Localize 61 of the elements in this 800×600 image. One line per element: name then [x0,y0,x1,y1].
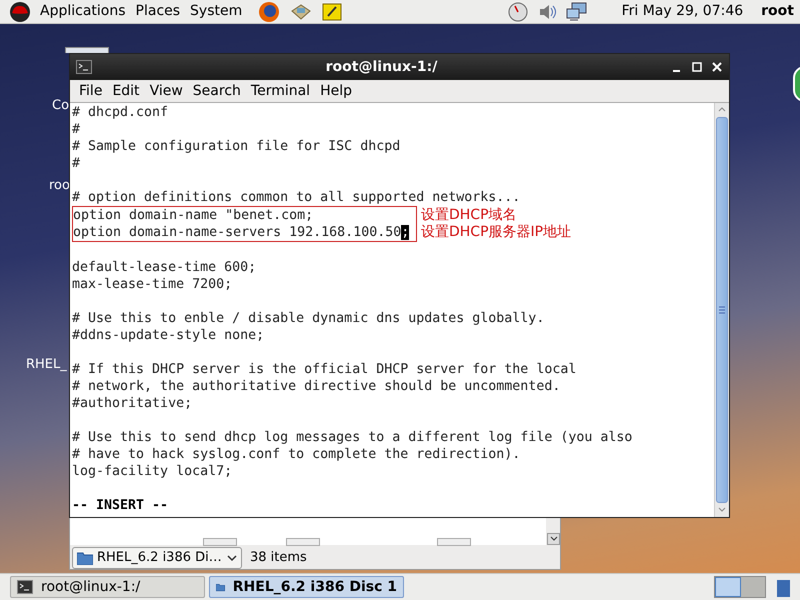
annotation-label: 设置DHCP服务器IP地址 [421,224,572,241]
file-thumbnail[interactable] [203,538,237,546]
close-icon[interactable] [711,61,723,73]
note-icon[interactable] [322,2,342,22]
folder-icon [77,551,93,565]
chevron-down-icon [227,554,237,562]
mode-indicator: -- INSERT -- [72,498,168,513]
code-line: # network, the authoritative directive should be uncommented. [72,378,560,395]
terminal-icon [76,60,92,74]
terminal-icon [17,580,33,594]
desktop-icon-label[interactable]: roo [49,176,70,196]
code-line: # dhcpd.conf [72,104,168,121]
code-line: # If this DHCP server is the official DHCP server for the local [72,361,576,378]
speaker-icon[interactable] [538,2,558,20]
code-line: # have to hack syslog.conf to complete the redirection). [72,446,520,463]
panel-menu[interactable]: System [190,1,242,22]
panel-menu[interactable]: Applications [40,1,126,22]
globe-icon[interactable] [258,0,280,22]
code-line: default-lease-time 600; [72,259,256,276]
code-line: # Use this to send dhcp log messages to a different log file (you also [72,429,632,446]
menu-item[interactable]: File [74,80,108,102]
panel-menu[interactable]: Places [136,1,180,22]
code-line: log-facility local7; [72,463,232,480]
gauge-icon[interactable] [508,2,528,22]
item-count: 38 items [250,549,307,568]
desktop-icon-label[interactable]: RHEL_ [26,355,67,374]
menu-item[interactable]: Terminal [246,80,316,102]
desktop-icon-label[interactable]: Co [52,96,70,116]
taskbar-button[interactable]: root@linux-1:/ [10,576,205,598]
file-thumbnail[interactable] [437,538,471,546]
menu-item[interactable]: Search [188,80,246,102]
code-line: # [72,121,80,138]
code-line: max-lease-time 7200; [72,276,232,293]
menu-item[interactable]: View [144,80,188,102]
code-line: option domain-name "benet.com; [73,208,314,223]
chevron-down-icon [550,536,558,542]
user-name[interactable]: root [761,1,794,22]
file-thumbnail[interactable] [286,538,320,546]
trash-icon[interactable] [776,577,790,597]
code-line: # Sample configuration file for ISC dhcpd [72,138,400,155]
desktop-icon-image[interactable] [65,47,109,53]
taskbar-button[interactable]: RHEL_6.2 i386 Disc 1 [209,576,404,598]
maximize-icon[interactable] [691,61,703,73]
hat-icon[interactable] [8,2,32,22]
text-cursor: ; [401,225,410,240]
location-dropdown[interactable]: RHEL_6.2 i386 Di… [72,547,242,569]
code-line: #authoritative; [72,395,192,412]
code-line: # Use this to enble / disable dynamic dns updates globally. [72,310,544,327]
code-line: # [72,155,80,172]
clock[interactable]: Fri May 29, 07:46 [622,1,744,22]
menu-item[interactable]: Help [315,80,357,102]
grip-icon [719,306,725,314]
scrollbar-down-button[interactable] [547,533,560,545]
code-line: #ddns-update-style none; [72,327,264,344]
code-line: # option definitions common to all supported networks... [72,189,520,206]
workspace-switcher[interactable] [714,576,766,598]
code-line: option domain-name-servers 192.168.100.50; [73,225,410,240]
window-title: root@linux-1:/ [324,58,438,76]
annotation-label: 设置DHCP域名 [421,207,518,224]
menu-item[interactable]: Edit [107,80,145,102]
network-icon[interactable] [566,2,588,22]
